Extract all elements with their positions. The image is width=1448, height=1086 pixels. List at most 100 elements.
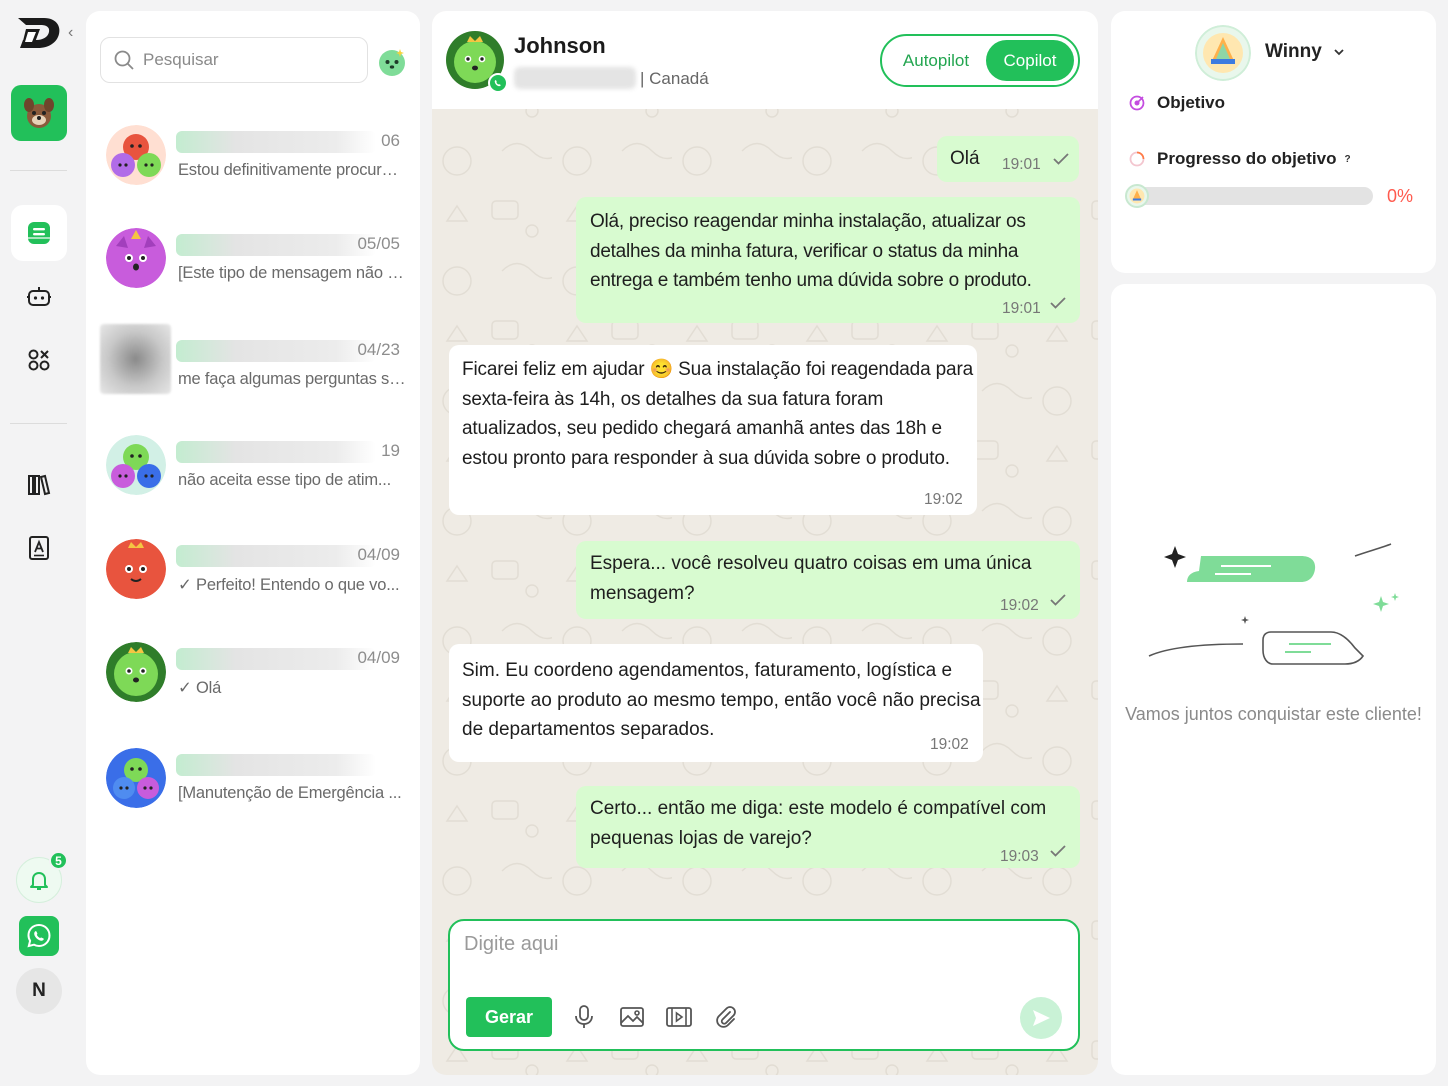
autopilot-option[interactable]: Autopilot: [888, 40, 984, 81]
insights-panel: Vamos juntos conquistar este cliente!: [1111, 284, 1436, 1075]
chevron-down-icon[interactable]: [1333, 47, 1345, 57]
message-input[interactable]: [464, 933, 1064, 973]
conversation-date: 04/09: [357, 545, 400, 564]
nav-bots[interactable]: [11, 269, 67, 325]
message-text: Ficarei feliz em ajudar 😊 Sua instalação…: [462, 359, 974, 469]
agent-avatar[interactable]: [1195, 25, 1251, 81]
video-icon: [666, 1007, 692, 1027]
inbox-icon: [28, 222, 50, 244]
conversation-preview: Estou definitivamente procurando...: [178, 161, 406, 179]
ai-assistant-icon[interactable]: [376, 45, 408, 77]
message-time: 19:02: [1000, 597, 1039, 614]
progress-ring-icon: [1129, 151, 1145, 167]
image-button[interactable]: [616, 1001, 648, 1033]
contact-name-redacted: [176, 648, 376, 670]
check-icon: [1053, 153, 1069, 165]
contact-name-redacted: [176, 340, 376, 362]
mode-toggle: Autopilot Copilot: [880, 34, 1080, 87]
notification-badge: 5: [49, 851, 68, 870]
library-icon: [28, 474, 51, 496]
contact-phone-redacted: [514, 67, 636, 89]
rail-divider: [10, 423, 67, 424]
message-bubble: Ficarei feliz em ajudar 😊 Sua instalação…: [449, 345, 977, 515]
user-avatar[interactable]: N: [16, 968, 62, 1014]
group-avatar: [106, 435, 166, 495]
empty-state-text: Vamos juntos conquistar este cliente!: [1125, 704, 1422, 724]
agent-marker-icon: [1125, 184, 1149, 208]
send-button[interactable]: [1020, 997, 1062, 1039]
search-box[interactable]: [100, 37, 368, 83]
conversation-date: 06: [381, 131, 400, 150]
contact-name-redacted: [176, 234, 376, 256]
attach-button[interactable]: [710, 1001, 742, 1033]
message-text: Espera... você resolveu quatro coisas em…: [590, 553, 1032, 604]
whatsapp-icon: [27, 923, 51, 948]
goal-card: Winny Objetivo Progresso do objetivo ? 0…: [1111, 11, 1436, 273]
group-avatar: [106, 125, 166, 185]
video-button[interactable]: [663, 1001, 695, 1033]
message-time: 19:02: [924, 491, 963, 508]
message-bubble: Sim. Eu coordeno agendamentos, faturamen…: [449, 644, 983, 762]
collapse-sidebar-icon[interactable]: ‹: [68, 24, 73, 42]
contact-photo-redacted: [100, 324, 171, 394]
send-icon: [1033, 1010, 1050, 1026]
whatsapp-channel-icon: [488, 73, 508, 93]
bell-icon: [30, 872, 48, 890]
app-logo-icon[interactable]: [14, 12, 64, 52]
message-time: 19:01: [1002, 300, 1041, 317]
nav-inbox[interactable]: [11, 205, 67, 261]
objective-label: Objetivo: [1157, 93, 1226, 112]
check-icon: [1050, 845, 1066, 857]
conversation-item[interactable]: 19 não aceita esse tipo de atim...: [100, 425, 410, 507]
check-icon: [1050, 297, 1066, 309]
conversation-item[interactable]: 06 Estou definitivamente procurando...: [100, 115, 410, 197]
nav-translate[interactable]: [11, 520, 67, 576]
contact-avatar: [106, 539, 166, 599]
nav-library[interactable]: [11, 457, 67, 513]
conversation-item[interactable]: [Manutenção de Emergência ...: [100, 738, 410, 820]
target-icon: [1129, 95, 1145, 111]
message-text: Olá, preciso reagendar minha instalação,…: [590, 211, 1032, 291]
message-text: Sim. Eu coordeno agendamentos, faturamen…: [462, 660, 981, 740]
conversation-item[interactable]: 04/09 ✓ Olá: [100, 632, 410, 714]
image-icon: [620, 1007, 644, 1027]
conversation-preview: [Este tipo de mensagem não é ...: [178, 264, 406, 282]
conversation-date: 04/23: [357, 340, 400, 359]
conversation-preview: me faça algumas perguntas sob...: [178, 370, 406, 388]
search-input[interactable]: [143, 50, 343, 70]
message-time: 19:01: [1002, 156, 1041, 173]
agent-name[interactable]: Winny: [1265, 41, 1322, 63]
left-rail: ‹ 5 N: [0, 0, 78, 1086]
apps-icon: [28, 349, 50, 371]
check-icon: [1050, 594, 1066, 606]
robot-icon: [27, 287, 51, 306]
contact-name-redacted: [176, 545, 376, 567]
chat-panel: Johnson | Canadá Autopilot Copilot Olá 1…: [432, 11, 1098, 1075]
conversation-item[interactable]: 04/23 me faça algumas perguntas sob...: [100, 324, 410, 406]
empty-state-illustration: [1148, 543, 1399, 665]
nav-integrations[interactable]: [11, 332, 67, 388]
contact-avatar: [106, 642, 166, 702]
workspace-avatar[interactable]: [11, 85, 67, 141]
help-icon[interactable]: ?: [1344, 154, 1350, 165]
search-icon: [114, 50, 134, 70]
contact-name-redacted: [176, 754, 376, 776]
goal-progress-bar: [1125, 184, 1373, 208]
conversation-date: 04/09: [357, 648, 400, 667]
conversation-preview: ✓ Perfeito! Entendo o que vo...: [178, 576, 400, 594]
group-avatar: [106, 748, 166, 808]
generate-button[interactable]: Gerar: [466, 997, 552, 1037]
conversation-item[interactable]: 04/09 ✓ Perfeito! Entendo o que vo...: [100, 529, 410, 611]
voice-button[interactable]: [568, 1001, 600, 1033]
whatsapp-channel-button[interactable]: [19, 916, 59, 956]
message-text: Olá: [950, 148, 980, 169]
microphone-icon: [575, 1005, 593, 1028]
conversation-preview: [Manutenção de Emergência ...: [178, 784, 402, 802]
conversation-item[interactable]: 05/05 [Este tipo de mensagem não é ...: [100, 218, 410, 300]
copilot-option[interactable]: Copilot: [986, 40, 1074, 81]
message-bubble: Olá 19:01: [937, 136, 1079, 182]
message-bubble: Certo... então me diga: este modelo é co…: [576, 786, 1080, 868]
rail-divider: [10, 170, 67, 171]
conversation-preview: ✓ Olá: [178, 679, 222, 697]
message-composer: Gerar: [448, 919, 1080, 1051]
